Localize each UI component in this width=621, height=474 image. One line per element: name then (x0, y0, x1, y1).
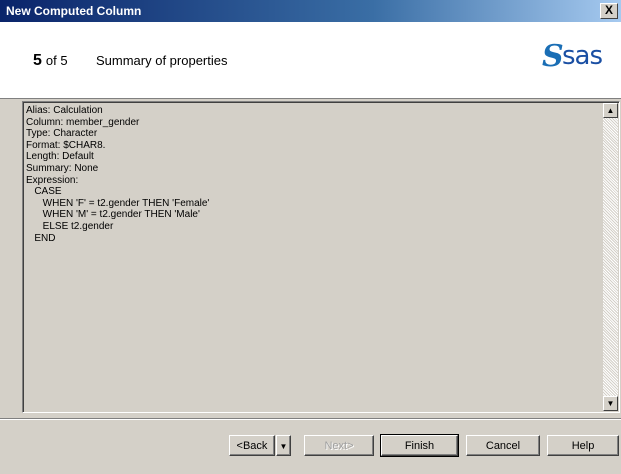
back-button[interactable]: <Back (229, 435, 275, 456)
step-indicator: 5 of 5 (33, 52, 68, 70)
footer-separator (0, 418, 621, 420)
page-title: Summary of properties (96, 53, 228, 68)
cancel-button[interactable]: Cancel (466, 435, 540, 456)
scroll-down-button[interactable]: ▼ (603, 396, 618, 411)
sas-logo-mark-icon: S (542, 39, 564, 74)
sas-logo-text: sas (562, 41, 603, 71)
step-current: 5 (33, 52, 42, 69)
wizard-header: 5 of 5 Summary of properties S sas (0, 22, 621, 99)
help-button[interactable]: Help (547, 435, 619, 456)
vertical-scrollbar[interactable]: ▲ ▼ (603, 103, 618, 411)
properties-text: Alias: Calculation Column: member_gender… (26, 105, 210, 244)
window-title: New Computed Column (6, 4, 142, 18)
finish-button[interactable]: Finish (380, 434, 459, 457)
sas-logo: S sas (542, 40, 614, 74)
properties-summary-box[interactable]: Alias: Calculation Column: member_gender… (22, 101, 620, 413)
back-dropdown-chevron-icon[interactable]: ▼ (276, 435, 291, 456)
close-button[interactable]: X (600, 3, 618, 19)
scroll-up-button[interactable]: ▲ (603, 103, 618, 118)
step-total: of 5 (45, 53, 68, 68)
next-button[interactable]: Next> (304, 435, 374, 456)
title-bar: New Computed Column X (0, 0, 621, 22)
